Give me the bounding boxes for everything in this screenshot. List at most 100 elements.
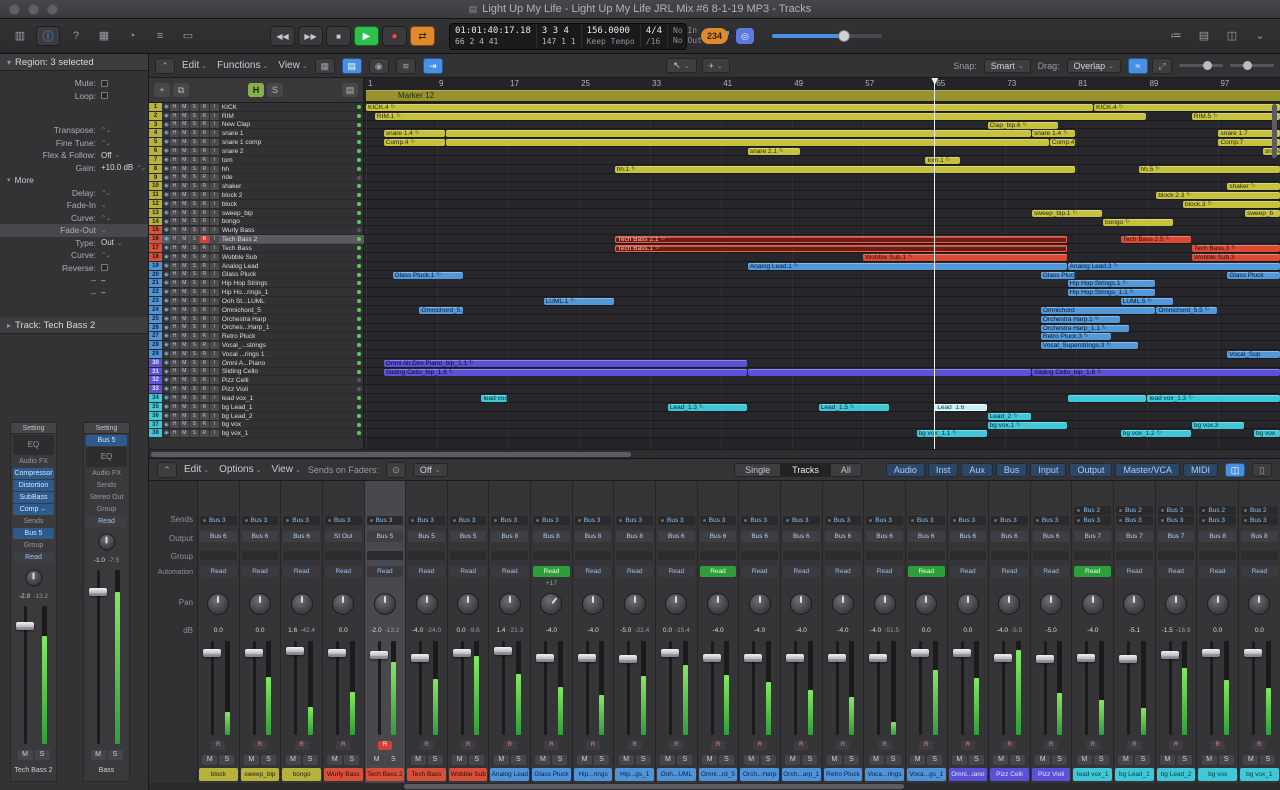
- volume-fader[interactable]: [1119, 655, 1137, 663]
- volume-fader[interactable]: [1077, 654, 1095, 662]
- group-slot[interactable]: [950, 551, 987, 560]
- mute-button[interactable]: M: [1118, 755, 1133, 765]
- send-knob[interactable]: [618, 518, 623, 523]
- group-slot[interactable]: [1074, 551, 1111, 560]
- track-mute-button[interactable]: M: [180, 201, 189, 208]
- output-slot[interactable]: Bus 5: [367, 531, 404, 542]
- volume-fader[interactable]: [89, 588, 107, 596]
- track-lane[interactable]: [364, 147, 1280, 156]
- send-knob[interactable]: [910, 518, 915, 523]
- track-solo-button[interactable]: S: [190, 201, 199, 208]
- track-input-button[interactable]: I: [210, 324, 219, 331]
- record-button[interactable]: R: [461, 741, 475, 750]
- ruler-bar-57[interactable]: 57: [865, 79, 874, 88]
- track-mute-button[interactable]: M: [180, 227, 189, 234]
- region-analog-lead-1[interactable]: Analog Lead.1↻: [748, 263, 1067, 270]
- group-slot[interactable]: [1158, 551, 1195, 560]
- track-mute-button[interactable]: M: [180, 245, 189, 252]
- send-knob[interactable]: [410, 518, 415, 523]
- solo-button[interactable]: S: [844, 755, 859, 765]
- send-slot[interactable]: Bus 3: [533, 516, 570, 525]
- group-slot[interactable]: [700, 551, 737, 560]
- send-slot[interactable]: Bus 3: [1116, 516, 1153, 525]
- record-button[interactable]: R: [878, 741, 892, 750]
- track-mute-button[interactable]: M: [180, 113, 189, 120]
- region-kick-4[interactable]: KICK.4↻: [1094, 104, 1279, 111]
- track-sort-icon[interactable]: ▤: [342, 83, 358, 97]
- mute-button[interactable]: M: [286, 755, 301, 765]
- track-input-button[interactable]: I: [210, 245, 219, 252]
- group-slot[interactable]: [866, 551, 903, 560]
- record-button[interactable]: R: [295, 741, 309, 750]
- track-hide-button[interactable]: H: [170, 263, 179, 270]
- group-slot[interactable]: [741, 551, 778, 560]
- region-omnichord[interactable]: Omnichord: [1041, 307, 1155, 314]
- track-input-button[interactable]: I: [210, 298, 219, 305]
- send-knob[interactable]: [493, 518, 498, 523]
- track-mute-button[interactable]: M: [180, 404, 189, 411]
- track-header-ride[interactable]: 9◉HMSRIride: [149, 174, 364, 182]
- track-input-button[interactable]: I: [210, 121, 219, 128]
- filter-input[interactable]: Input: [1030, 463, 1066, 477]
- send-slot[interactable]: Bus 3: [1033, 516, 1070, 525]
- volume-fader[interactable]: [1161, 651, 1179, 659]
- track-input-button[interactable]: I: [210, 218, 219, 225]
- track-header-wobble-sub[interactable]: 18◉HMSRIWobble Sub: [149, 253, 364, 262]
- region-hip-hop-strings-1-1[interactable]: Hip Hop Strings_1.1↻: [1068, 289, 1156, 296]
- duplicate-track-button[interactable]: ⧉: [173, 83, 189, 97]
- bar-ruler[interactable]: 191725334149576573818997 Marker 12: [364, 78, 1280, 103]
- track-header-bg-vox-1[interactable]: 38◉HMSRIbg vox_1: [149, 429, 364, 438]
- mute-button[interactable]: M: [494, 755, 509, 765]
- track-record-button[interactable]: R: [200, 254, 209, 261]
- mute-button[interactable]: M: [577, 755, 592, 765]
- send-slot[interactable]: Bus 3: [200, 516, 237, 525]
- output-slot[interactable]: Bus 7: [1074, 531, 1111, 542]
- inspector-row-item[interactable]: ––: [0, 287, 148, 300]
- volume-fader[interactable]: [16, 622, 34, 630]
- flex-icon[interactable]: ≋: [396, 58, 416, 74]
- region-orchestra-harp-1[interactable]: Orchestra Harp.1↻: [1041, 316, 1120, 323]
- region-inspector-header[interactable]: ▾ Region: 3 selected: [0, 54, 148, 71]
- automation-mode-button[interactable]: Read: [1158, 566, 1195, 577]
- track-solo-button[interactable]: S: [190, 104, 199, 111]
- automation-mode-button[interactable]: Read: [950, 566, 987, 577]
- solo-button[interactable]: S: [552, 755, 567, 765]
- sends-on-faders-select[interactable]: Off ⌄: [413, 463, 448, 477]
- region-vocal-superstrings-3[interactable]: Vocal_Superstrings.3↻: [1041, 342, 1138, 349]
- channel-setting-button[interactable]: Setting: [84, 423, 129, 434]
- menu-edit[interactable]: Edit⌄: [184, 464, 209, 475]
- track-lane[interactable]: [364, 191, 1280, 200]
- track-solo-button[interactable]: S: [190, 113, 199, 120]
- track-header-tom[interactable]: 7◉HMSRItom: [149, 156, 364, 165]
- volume-fader[interactable]: [619, 655, 637, 663]
- track-record-button[interactable]: R: [200, 227, 209, 234]
- send-knob[interactable]: [1076, 508, 1081, 513]
- send-slot[interactable]: Bus 3: [950, 516, 987, 525]
- send-slot[interactable]: Bus 3: [991, 516, 1028, 525]
- pan-knob[interactable]: [98, 534, 115, 551]
- pan-knob[interactable]: [1123, 593, 1145, 615]
- region-hip-hop-strings-1[interactable]: Hip Hop Strings.1↻: [1068, 280, 1156, 287]
- pan-knob[interactable]: [832, 593, 854, 615]
- track-header-new-clap[interactable]: 3◉HMSRINew Clap: [149, 121, 364, 129]
- track-mute-button[interactable]: M: [180, 333, 189, 340]
- grid-view-icon[interactable]: ▦: [315, 58, 335, 74]
- track-solo-button[interactable]: S: [190, 192, 199, 199]
- send-slot[interactable]: Bus 2: [1199, 506, 1236, 515]
- track-input-button[interactable]: I: [210, 263, 219, 270]
- region-comp-4[interactable]: Comp.4↻: [384, 139, 445, 146]
- add-track-button[interactable]: +: [154, 83, 170, 97]
- send-slot[interactable]: Bus 3: [367, 516, 404, 525]
- inspector-more-header[interactable]: ▾More: [0, 174, 148, 187]
- inspector-row-gain[interactable]: Gain:+10.0 dB⌃⌄: [0, 162, 148, 175]
- mute-button[interactable]: M: [18, 750, 33, 760]
- inspector-row-reverse[interactable]: Reverse:: [0, 262, 148, 275]
- track-hide-button[interactable]: H: [170, 360, 179, 367]
- track-solo-button[interactable]: S: [190, 263, 199, 270]
- region-sweep-bip-1[interactable]: sweep_bip.1↻: [1032, 210, 1102, 217]
- arrange-area[interactable]: KICK.4↻KICK.4↻RIM.1↻RIM.5↻Clap_bip.6↻sna…: [364, 103, 1280, 449]
- inspector-row-fine-tune[interactable]: Fine Tune:⌃⌄: [0, 137, 148, 150]
- menu-functions[interactable]: Functions⌄: [217, 60, 268, 71]
- mute-button[interactable]: M: [1160, 755, 1175, 765]
- track-solo-button[interactable]: S: [190, 298, 199, 305]
